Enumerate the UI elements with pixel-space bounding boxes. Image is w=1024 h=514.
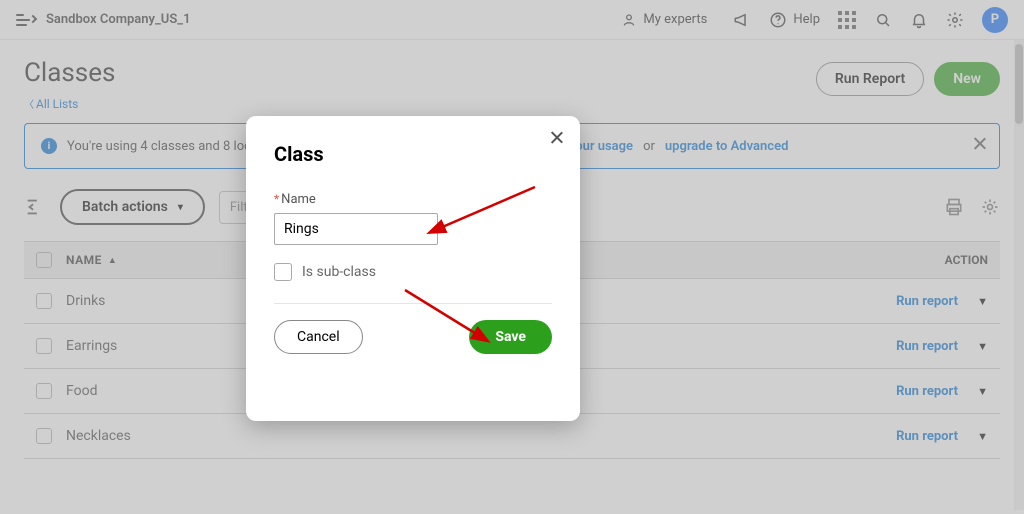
class-modal: Class *Name Is sub-class Cancel Save (246, 116, 580, 421)
save-button[interactable]: Save (469, 320, 552, 354)
modal-close-icon[interactable] (549, 130, 564, 145)
class-name-input[interactable] (274, 213, 438, 245)
modal-title: Class (274, 142, 552, 166)
divider (274, 303, 552, 304)
cancel-button[interactable]: Cancel (274, 320, 363, 354)
is-sub-class-checkbox[interactable] (274, 263, 292, 281)
name-label: *Name (274, 192, 316, 207)
is-sub-class-row[interactable]: Is sub-class (274, 263, 552, 281)
